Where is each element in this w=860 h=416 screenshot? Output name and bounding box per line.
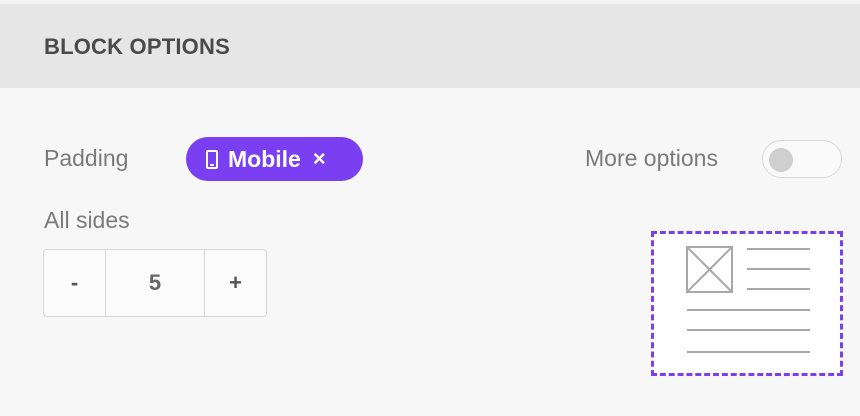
mobile-phone-icon: [206, 149, 218, 169]
increment-button[interactable]: +: [204, 250, 266, 316]
decrement-button[interactable]: -: [44, 250, 106, 316]
panel-header: BLOCK OPTIONS: [0, 0, 860, 88]
padding-value-input[interactable]: 5: [106, 250, 204, 316]
device-chip-mobile[interactable]: Mobile ×: [186, 137, 363, 181]
more-options-label: More options: [585, 145, 718, 171]
block-options-panel: BLOCK OPTIONS Padding Mobile × More opti…: [0, 0, 860, 416]
toggle-knob: [769, 148, 793, 172]
block-preview-thumbnail[interactable]: [651, 231, 843, 376]
panel-title: BLOCK OPTIONS: [44, 34, 230, 59]
close-icon[interactable]: ×: [313, 148, 326, 170]
all-sides-label: All sides: [44, 207, 130, 233]
padding-stepper: - 5 +: [43, 249, 267, 317]
more-options-toggle[interactable]: [762, 140, 842, 178]
layout-wireframe-icon: [686, 246, 810, 353]
device-chip-label: Mobile: [228, 145, 301, 172]
padding-label: Padding: [44, 145, 129, 171]
